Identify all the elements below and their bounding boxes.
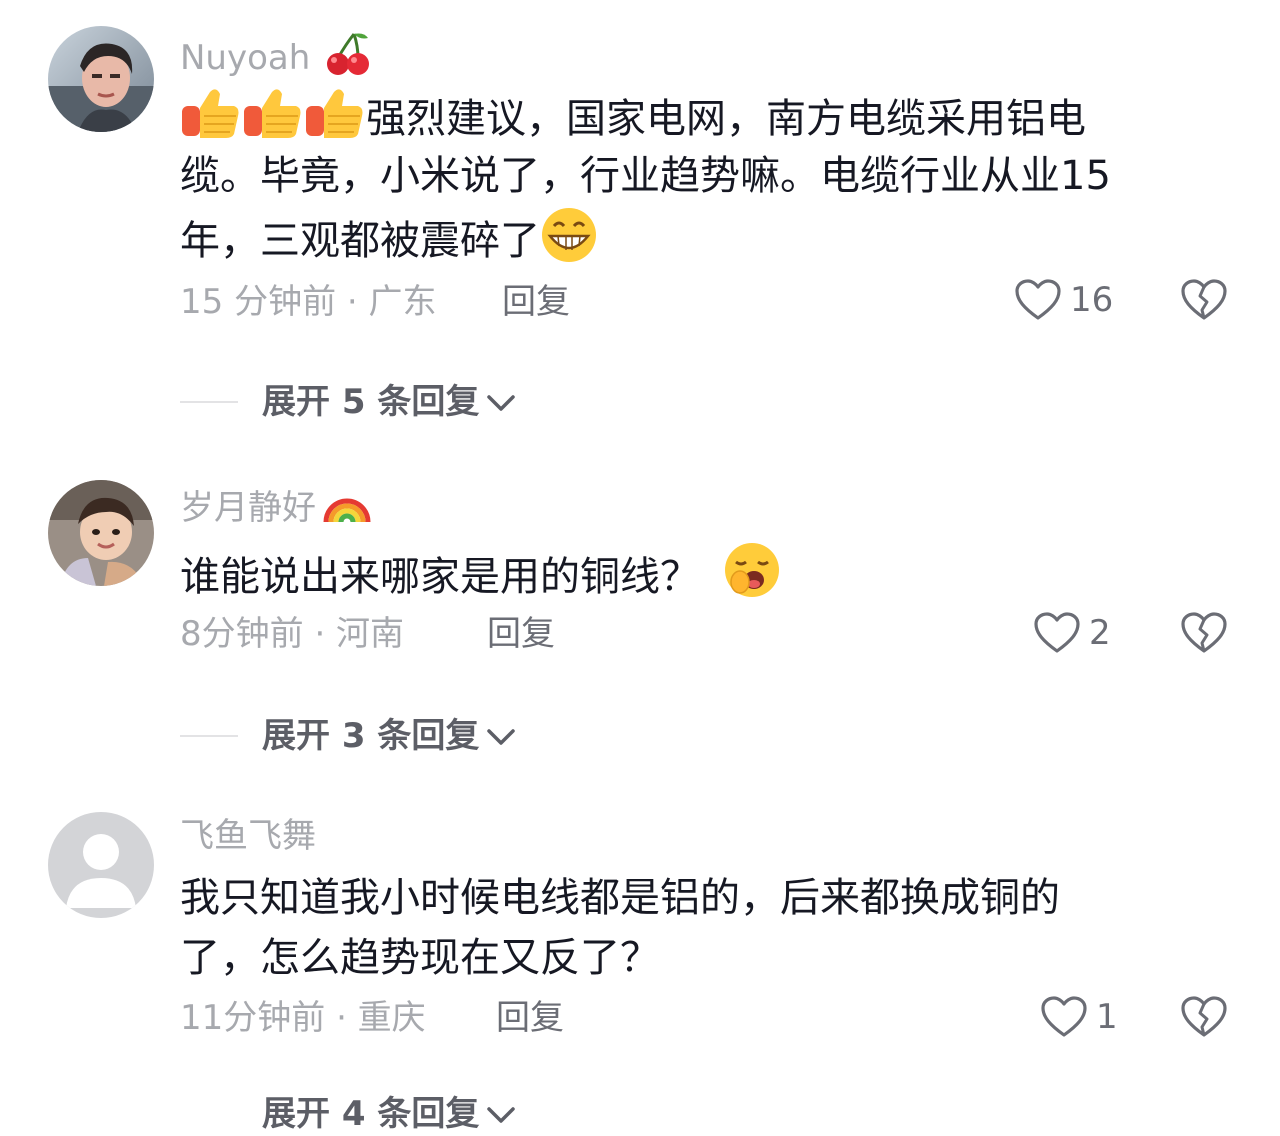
comment-meta: 15 分钟前 · 广东 <box>180 282 437 322</box>
username[interactable]: 飞鱼飞舞 <box>180 814 316 858</box>
dislike-button[interactable] <box>1180 995 1228 1043</box>
chevron-down-icon <box>487 1107 516 1123</box>
grinning-face-icon <box>540 206 598 281</box>
heart-icon <box>1034 612 1080 653</box>
yawning-face-icon <box>722 540 782 617</box>
heart-icon <box>1041 996 1087 1037</box>
reply-button[interactable]: 回复 <box>502 280 570 324</box>
dislike-button[interactable] <box>1180 611 1228 659</box>
broken-heart-icon <box>1181 612 1227 653</box>
chevron-down-icon <box>487 395 516 411</box>
comment-line: 强烈建议，国家电网，南方电缆采用铝电 <box>366 96 1086 142</box>
dislike-button[interactable] <box>1180 278 1228 326</box>
like-count: 2 <box>1089 613 1111 653</box>
username-text: 飞鱼飞舞 <box>180 816 316 856</box>
expand-replies-label: 展开 3 条回复 <box>262 716 480 756</box>
avatar[interactable] <box>48 480 154 586</box>
comment-line: 了，怎么趋势现在又反了？ <box>180 935 660 981</box>
reply-button[interactable]: 回复 <box>487 612 555 656</box>
comment-meta: 11分钟前 · 重庆 <box>180 998 426 1038</box>
expand-replies-button[interactable]: 展开 3 条回复 <box>180 714 517 758</box>
broken-heart-icon <box>1181 996 1227 1037</box>
username-text: Nuyoah <box>180 38 311 78</box>
expand-replies-button[interactable]: 展开 4 条回复 <box>180 1092 517 1136</box>
divider <box>180 401 238 403</box>
username-text: 岁月静好 <box>180 488 316 528</box>
like-count: 16 <box>1070 280 1114 320</box>
cherry-icon <box>324 30 370 89</box>
comment-text: 强烈建议，国家电网，南方电缆采用铝电 缆。毕竟，小米说了，行业趋势嘛。电缆行业从… <box>180 86 1240 266</box>
chevron-down-icon <box>487 729 516 745</box>
comment-meta: 8分钟前 · 河南 <box>180 614 405 654</box>
broken-heart-icon <box>1181 279 1227 320</box>
heart-icon <box>1015 279 1061 320</box>
rainbow-icon <box>322 482 372 537</box>
like-button[interactable]: 2 <box>1033 611 1111 655</box>
username[interactable]: Nuyoah <box>180 30 370 89</box>
comment-text: 我只知道我小时候电线都是铝的，后来都换成铜的 了，怎么趋势现在又反了？ <box>180 868 1240 988</box>
divider <box>180 735 238 737</box>
avatar-placeholder[interactable] <box>48 812 154 918</box>
expand-replies-label: 展开 4 条回复 <box>262 1094 480 1134</box>
username[interactable]: 岁月静好 <box>180 482 372 537</box>
comment-line: 年，三观都被震碎了 <box>180 218 540 264</box>
like-button[interactable]: 16 <box>1014 278 1113 322</box>
comment-line: 谁能说出来哪家是用的铜线？ <box>180 554 700 600</box>
expand-replies-label: 展开 5 条回复 <box>262 382 480 422</box>
comment-line: 我只知道我小时候电线都是铝的，后来都换成铜的 <box>180 875 1060 921</box>
comment-line: 缆。毕竟，小米说了，行业趋势嘛。电缆行业从业15 <box>180 153 1111 199</box>
like-count: 1 <box>1096 997 1118 1037</box>
comment-text: 谁能说出来哪家是用的铜线？ <box>180 540 1240 600</box>
reply-button[interactable]: 回复 <box>496 996 564 1040</box>
expand-replies-button[interactable]: 展开 5 条回复 <box>180 380 517 424</box>
like-button[interactable]: 1 <box>1040 995 1118 1039</box>
avatar[interactable] <box>48 26 154 132</box>
